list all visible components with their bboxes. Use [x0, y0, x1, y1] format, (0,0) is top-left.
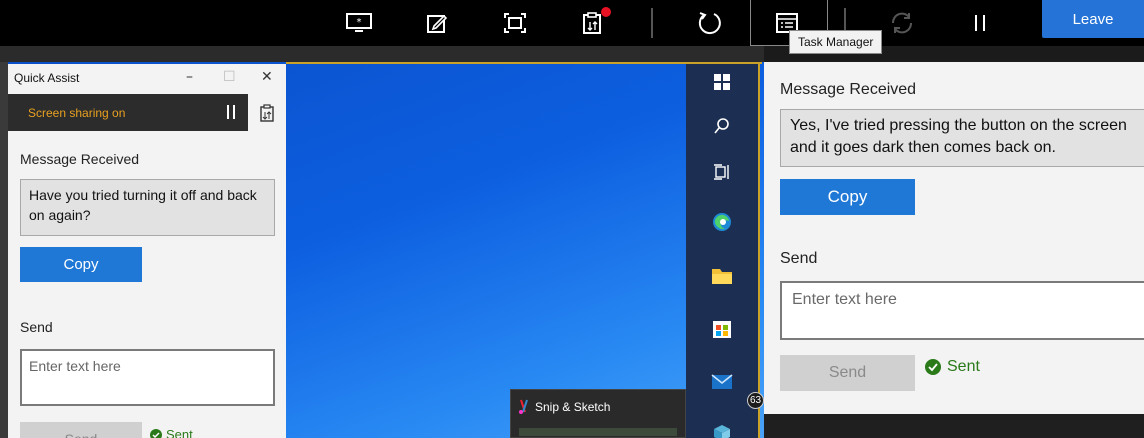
- pause-button[interactable]: [941, 0, 1019, 46]
- fit-screen-icon: [504, 13, 526, 33]
- leave-button[interactable]: Leave: [1042, 0, 1144, 38]
- pen-icon: [427, 14, 448, 33]
- file-explorer-icon[interactable]: [710, 264, 734, 288]
- actual-size-button[interactable]: [476, 0, 554, 46]
- checkmark-icon: [150, 428, 162, 438]
- screen-sharing-status: Screen sharing on: [28, 106, 126, 120]
- mail-unread-badge: 63: [747, 392, 764, 409]
- annotate-button[interactable]: [398, 0, 476, 46]
- received-message: Have you tried turning it off and back o…: [20, 179, 275, 236]
- remote-desktop-edge: [0, 62, 8, 438]
- message-received-label: Message Received: [20, 151, 140, 167]
- monitor-icon: *: [346, 13, 372, 32]
- edge-icon[interactable]: [710, 210, 734, 234]
- send-button[interactable]: Send: [20, 422, 142, 438]
- instruction-channel-button[interactable]: [554, 0, 632, 46]
- task-view-icon[interactable]: [710, 160, 734, 184]
- sent-status: Sent: [150, 427, 193, 438]
- received-message-line: and it goes dark then comes back on.: [790, 139, 1056, 156]
- toolbar-left-group: *: [320, 0, 632, 46]
- remote-screen-top-strip: [0, 46, 764, 62]
- task-manager-tooltip: Task Manager: [789, 30, 883, 54]
- azure-icon[interactable]: [710, 420, 734, 438]
- sent-label: Sent: [947, 358, 980, 375]
- reconnect-icon: [891, 12, 913, 34]
- received-message: Yes, I've tried pressing the button on t…: [780, 109, 1144, 167]
- svg-text:*: *: [357, 17, 362, 28]
- screen-sharing-bar: Screen sharing on: [8, 94, 248, 131]
- window-title: Quick Assist: [14, 71, 80, 85]
- sent-status: Sent: [925, 358, 980, 376]
- toolbar-separator: [651, 8, 653, 38]
- close-button[interactable]: ✕: [261, 69, 273, 85]
- notification-dot: [601, 7, 611, 17]
- copy-button[interactable]: Copy: [780, 179, 915, 215]
- select-monitor-button[interactable]: *: [320, 0, 398, 46]
- snip-sketch-thumbnail[interactable]: Snip & Sketch: [510, 389, 686, 438]
- sent-label: Sent: [166, 427, 193, 438]
- checkmark-icon: [925, 359, 941, 375]
- maximize-button[interactable]: ☐: [223, 69, 236, 85]
- received-message-line: Yes, I've tried pressing the button on t…: [790, 117, 1127, 134]
- send-button[interactable]: Send: [780, 355, 915, 391]
- session-toolbar: * Leave: [0, 0, 1144, 46]
- copy-button[interactable]: Copy: [20, 247, 142, 282]
- instruction-channel-icon[interactable]: [260, 104, 274, 122]
- pause-icon: [975, 15, 985, 31]
- search-icon[interactable]: [710, 114, 734, 138]
- restart-icon: [698, 12, 721, 35]
- snip-sketch-preview: [519, 428, 677, 436]
- panel-footer: [764, 414, 1144, 438]
- toolbar-right-group-2: [863, 0, 1019, 46]
- send-heading: Send: [780, 250, 818, 267]
- store-icon[interactable]: [710, 316, 734, 340]
- minimize-button[interactable]: –: [186, 69, 193, 85]
- snip-sketch-icon: [519, 399, 528, 414]
- message-received-label: Message Received: [780, 81, 917, 98]
- mail-icon[interactable]: 63: [710, 370, 764, 409]
- quick-assist-helper-view: * Leave 63 Snip & Sketch Quick Assist – …: [0, 0, 1144, 438]
- message-input[interactable]: Enter text here: [780, 281, 1144, 340]
- pause-sharing-button[interactable]: [227, 105, 235, 119]
- remote-taskbar: 63: [686, 64, 764, 438]
- send-heading: Send: [20, 319, 53, 335]
- instruction-channel-panel: Message Received Yes, I've tried pressin…: [764, 62, 1144, 414]
- quick-assist-window: Quick Assist – ☐ ✕ Screen sharing on Mes…: [8, 64, 286, 438]
- screen-share-border-right: [758, 62, 760, 438]
- windows-start-icon[interactable]: [710, 70, 734, 94]
- restart-button[interactable]: [670, 0, 748, 46]
- snip-sketch-title: Snip & Sketch: [535, 400, 611, 414]
- message-input[interactable]: Enter text here: [20, 349, 275, 406]
